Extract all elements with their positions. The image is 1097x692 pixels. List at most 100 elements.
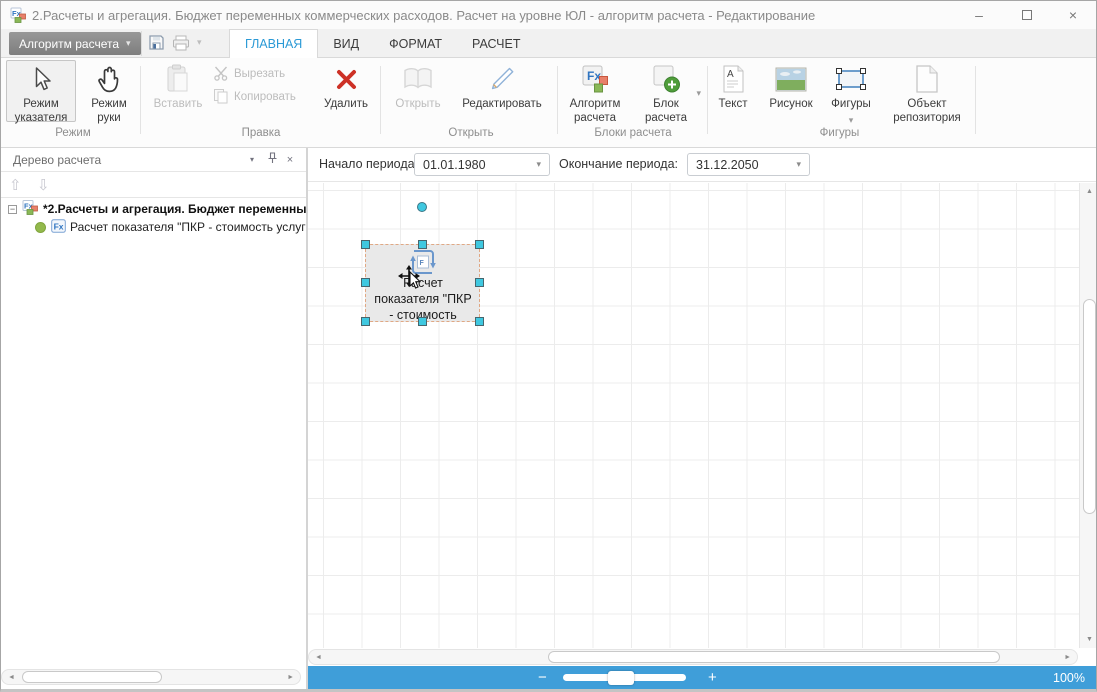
tree-child-row[interactable]: Fx Расчет показателя "ПКР - стоимость ус… [1, 218, 306, 236]
canvas-horizontal-scrollbar[interactable]: ◄ ► [308, 649, 1078, 665]
hand-mode-label: Режим руки [91, 98, 126, 124]
group-label-blocks: Блоки расчета [563, 127, 703, 139]
blank-page-icon [886, 61, 968, 97]
text-shape-label: Текст [719, 98, 748, 110]
pointer-mode-button[interactable]: Режим указателя [6, 60, 76, 122]
zoom-in-button[interactable]: + [708, 669, 717, 686]
calc-block-shape[interactable]: F Расчет показателя "ПКР - стоимость усл… [365, 244, 480, 322]
pencil-icon [452, 61, 552, 97]
chevron-down-icon[interactable]: ▾ [827, 113, 875, 127]
selection-handle-ne[interactable] [475, 240, 484, 249]
diagram-grid[interactable]: F Расчет показателя "ПКР - стоимость усл… [308, 183, 1079, 648]
algorithm-node-icon: Fx [22, 200, 39, 218]
tab-raschet[interactable]: РАСЧЕТ [457, 29, 535, 58]
group-label-open: Открыть [389, 127, 553, 139]
repository-object-button[interactable]: Объект репозитория [885, 60, 969, 122]
scrollbar-thumb[interactable] [22, 671, 162, 683]
open-button[interactable]: Открыть [389, 60, 447, 122]
maximize-icon [1022, 10, 1032, 20]
text-page-icon: A [711, 61, 755, 97]
selection-handle-nw[interactable] [361, 240, 370, 249]
fx-block-node-icon: Fx [51, 219, 66, 236]
selection-handle-w[interactable] [361, 278, 370, 287]
clipboard-paste-icon [148, 61, 208, 97]
delete-label: Удалить [324, 98, 368, 110]
zoom-slider-thumb[interactable] [608, 671, 634, 685]
repository-object-label: Объект репозитория [893, 98, 961, 124]
hand-mode-button[interactable]: Режим руки [80, 60, 138, 122]
scroll-left-icon[interactable]: ◄ [315, 654, 322, 661]
edit-button[interactable]: Редактировать [451, 60, 553, 122]
app-menu-button[interactable]: Алгоритм расчета ▾ [9, 32, 141, 55]
title-bar: Fx 2.Расчеты и агрегация. Бюджет перемен… [1, 1, 1096, 29]
delete-button[interactable]: Удалить [317, 60, 375, 122]
panel-horizontal-scrollbar[interactable]: ◄ ► [1, 669, 301, 685]
copy-label: Копировать [234, 91, 296, 103]
tree-root-row[interactable]: − Fx *2.Расчеты и агрегация. Бюджет пере… [1, 200, 306, 218]
vertical-scrollbar[interactable]: ▲ ▼ [1079, 183, 1097, 648]
group-separator [380, 66, 381, 134]
period-end-combobox[interactable]: 31.12.2050 ▾ [687, 153, 810, 176]
cursor-arrow-icon [7, 61, 75, 97]
scissors-icon [213, 65, 229, 84]
move-up-button[interactable]: ⇧ [9, 176, 22, 194]
ribbon: Режим указателя Режим руки Режим Вставит… [1, 58, 1096, 148]
panel-close-button[interactable]: × [282, 152, 298, 168]
group-label-shapes: Фигуры [710, 127, 969, 139]
collapse-icon[interactable]: − [8, 205, 17, 214]
chevron-down-icon: ▾ [126, 38, 131, 49]
status-bar: − + 100% [308, 666, 1097, 690]
scroll-down-icon[interactable]: ▼ [1086, 636, 1093, 643]
close-button[interactable]: × [1056, 5, 1090, 25]
scroll-right-icon[interactable]: ► [1064, 654, 1071, 661]
zoom-out-button[interactable]: − [538, 669, 547, 686]
calc-tree: − Fx *2.Расчеты и агрегация. Бюджет пере… [1, 200, 306, 236]
panel-title: Дерево расчета [13, 153, 101, 167]
scroll-right-icon[interactable]: ► [287, 674, 294, 681]
svg-text:Fx: Fx [54, 221, 64, 231]
calc-algorithm-button[interactable]: Fx Алгоритм расчета [563, 60, 627, 122]
selection-handle-n[interactable] [418, 240, 427, 249]
chevron-down-icon[interactable]: ▾ [696, 86, 701, 100]
tab-vid[interactable]: ВИД [318, 29, 374, 58]
panel-menu-button[interactable]: ▾ [244, 152, 260, 168]
scrollbar-thumb[interactable] [548, 651, 1000, 663]
ribbon-tabs: ГЛАВНАЯ ВИД ФОРМАТ РАСЧЕТ [229, 29, 535, 58]
shapes-button[interactable]: Фигуры ▾ [826, 60, 876, 122]
open-book-icon [390, 61, 446, 97]
period-end-label: Окончание периода: [559, 157, 678, 171]
pointer-cursor-icon [408, 271, 422, 296]
selection-handle-s[interactable] [418, 317, 427, 326]
move-down-button[interactable]: ⇩ [37, 176, 50, 194]
scroll-up-icon[interactable]: ▲ [1086, 188, 1093, 195]
selection-handle-se[interactable] [475, 317, 484, 326]
status-green-icon [35, 222, 46, 233]
tab-format[interactable]: ФОРМАТ [374, 29, 457, 58]
period-end-value: 31.12.2050 [696, 158, 759, 172]
selection-handle-e[interactable] [475, 278, 484, 287]
text-shape-button[interactable]: A Текст [710, 60, 756, 122]
rotation-handle[interactable] [417, 202, 427, 212]
copy-button[interactable]: Копировать [213, 87, 296, 107]
cut-button[interactable]: Вырезать [213, 64, 285, 84]
period-start-combobox[interactable]: 01.01.1980 ▾ [414, 153, 550, 176]
scrollbar-thumb[interactable] [1083, 299, 1096, 514]
print-dropdown-button[interactable]: ▾ [197, 37, 202, 48]
print-button[interactable] [172, 35, 190, 56]
tab-glavnaya[interactable]: ГЛАВНАЯ [229, 29, 318, 59]
selection-handle-sw[interactable] [361, 317, 370, 326]
group-separator [707, 66, 708, 134]
maximize-button[interactable] [1010, 5, 1044, 25]
paste-button[interactable]: Вставить [147, 60, 209, 122]
picture-button[interactable]: Рисунок [760, 60, 822, 122]
hand-icon [81, 61, 137, 97]
calc-algorithm-label: Алгоритм расчета [570, 98, 621, 124]
application-window: Fx 2.Расчеты и агрегация. Бюджет перемен… [0, 0, 1097, 692]
minimize-button[interactable]: – [962, 5, 996, 25]
shapes-rect-icon [827, 61, 875, 97]
divider [141, 31, 142, 56]
pin-icon[interactable] [264, 152, 280, 168]
calc-block-button[interactable]: Блок расчета ▾ [631, 60, 701, 122]
save-button[interactable] [148, 34, 165, 56]
scroll-left-icon[interactable]: ◄ [8, 674, 15, 681]
